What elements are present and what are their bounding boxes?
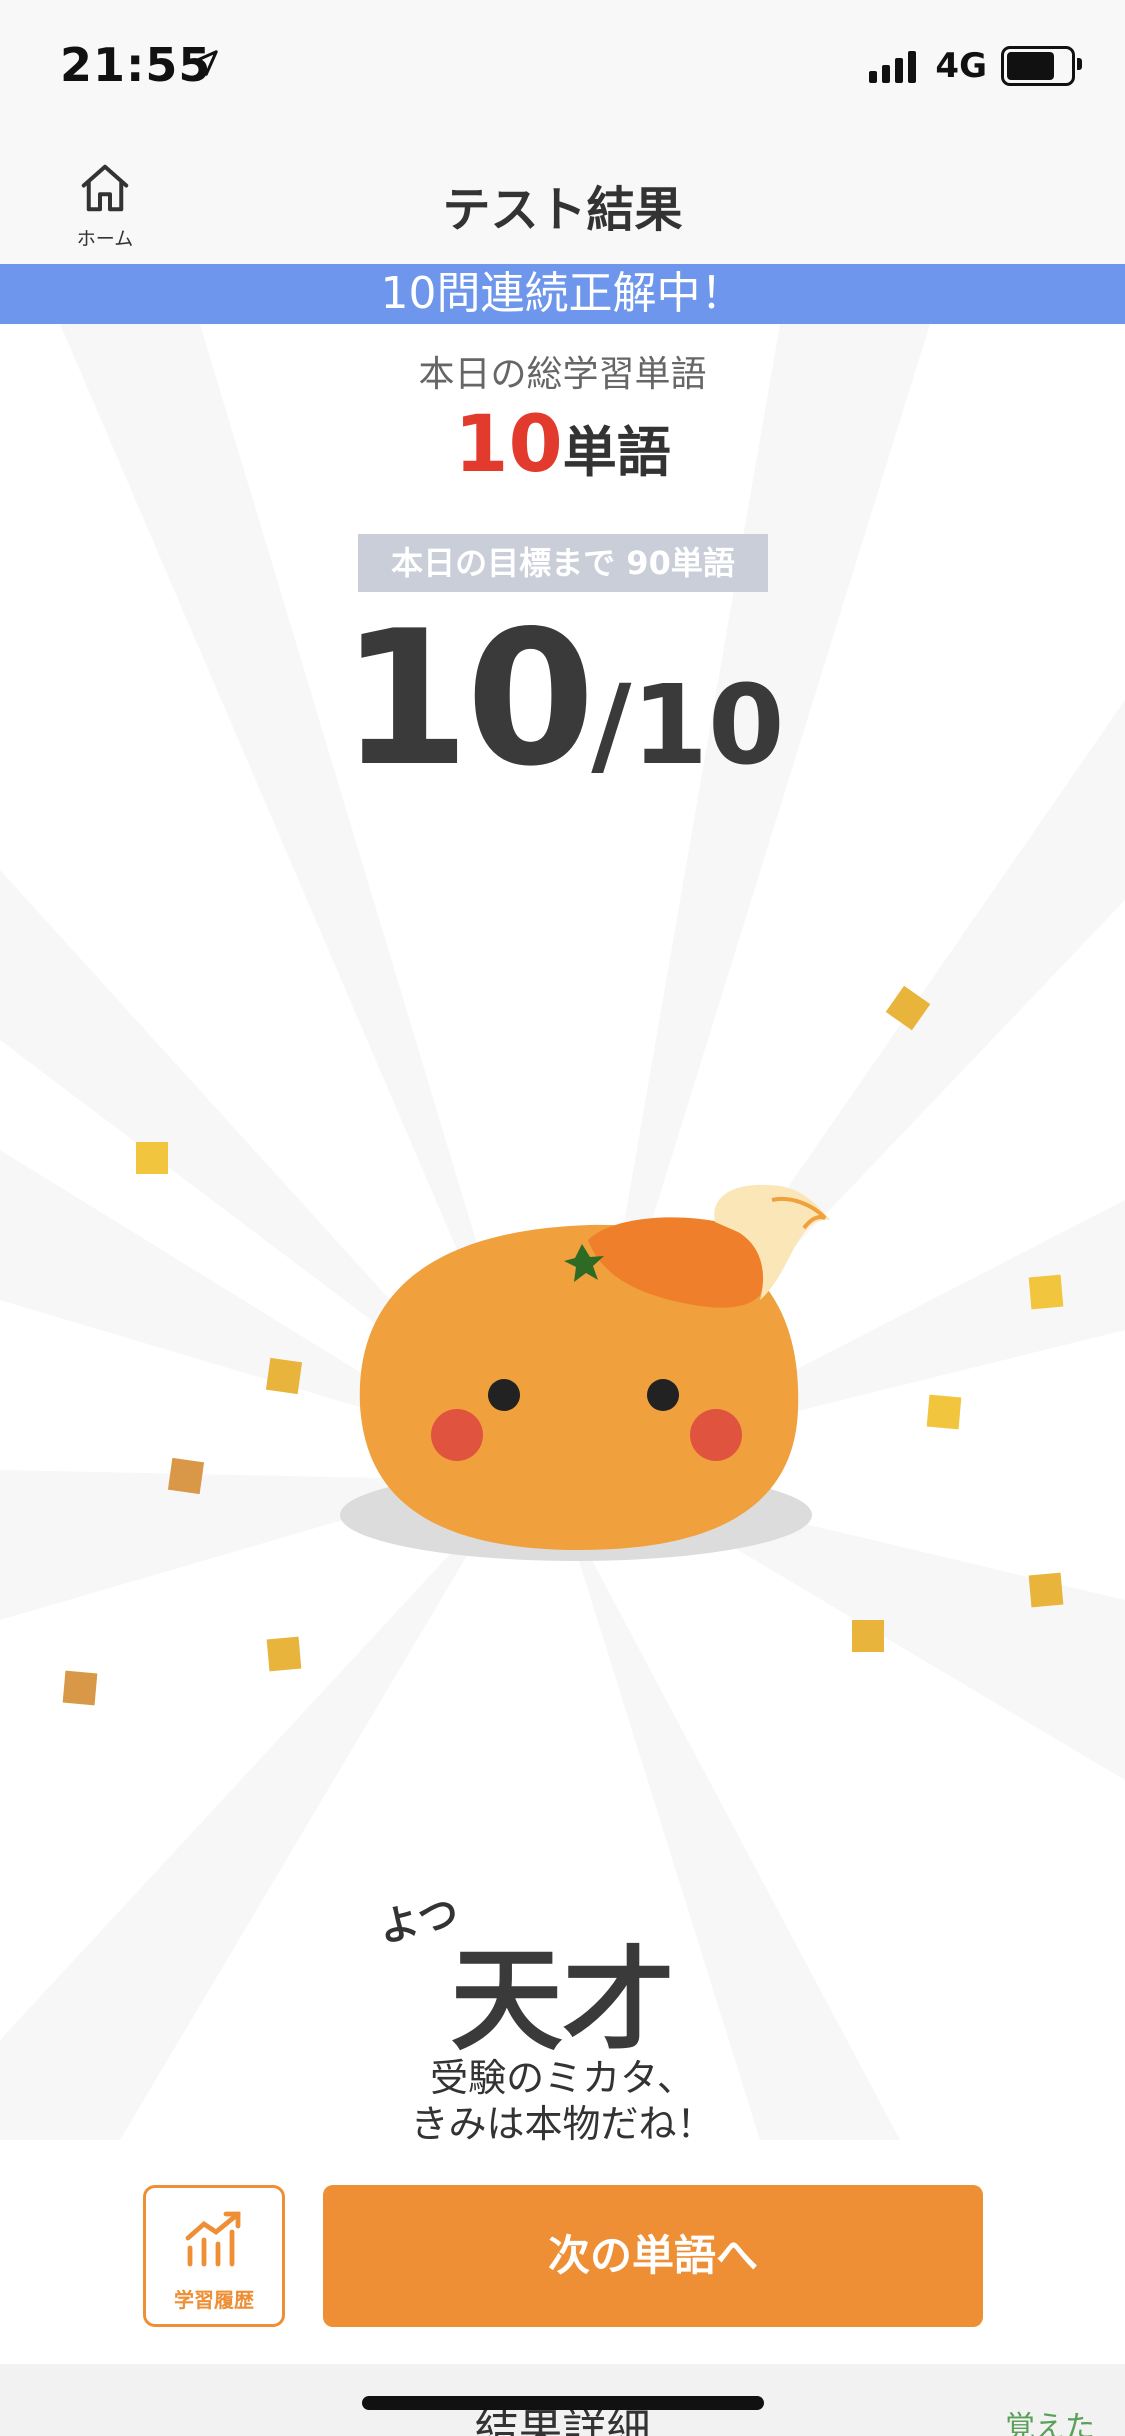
test-result-screen: 21:55 4G ホーム テスト結果 10問連続正解中！ 本日の総学習単語 10 <box>0 0 1125 2436</box>
home-indicator <box>362 2396 764 2410</box>
confetti-piece <box>266 1636 302 1672</box>
signal-icon <box>869 49 921 83</box>
rank-message-line2: きみは本物だね！ <box>410 2102 715 2146</box>
battery-level <box>1007 52 1054 80</box>
page-title: テスト結果 <box>442 182 683 238</box>
today-count-number: 10 <box>454 400 563 490</box>
confetti-piece <box>1028 1274 1064 1310</box>
confetti-piece <box>265 1357 303 1395</box>
streak-banner: 10問連続正解中！ <box>0 264 1125 324</box>
score-correct: 10 <box>340 590 595 807</box>
status-indicators: 4G <box>869 46 1082 86</box>
today-count-unit: 単語 <box>562 421 671 484</box>
today-total-label: 本日の総学習単語 <box>418 354 707 395</box>
confetti-piece <box>852 1620 884 1652</box>
learning-history-button[interactable]: 学習履歴 <box>143 2185 285 2327</box>
rank-title: 天才 <box>450 1936 675 2066</box>
location-arrow-icon <box>192 50 218 76</box>
rank-message-line1: 受験のミカタ、 <box>430 2056 695 2100</box>
score-total: /10 <box>591 661 785 789</box>
confetti-piece <box>167 1457 205 1495</box>
status-time: 21:55 <box>60 38 212 92</box>
confetti-piece <box>1028 1572 1064 1608</box>
nav-bar: ホーム テスト結果 <box>0 132 1125 264</box>
history-button-label: 学習履歴 <box>174 2288 254 2312</box>
mikan-mascot <box>340 1184 830 1561</box>
score-display: 10/10 <box>0 590 1125 807</box>
next-words-button[interactable]: 次の単語へ <box>323 2185 983 2327</box>
confetti-piece <box>62 1670 98 1706</box>
status-bar: 21:55 4G <box>0 0 1125 132</box>
rank-message: 受験のミカタ、 きみは本物だね！ <box>0 2055 1125 2147</box>
chart-up-icon <box>185 2211 241 2267</box>
memorized-label: 覚えた <box>1005 2410 1095 2436</box>
goal-remaining-badge: 本日の目標まで 90単語 <box>358 534 768 592</box>
network-label: 4G <box>935 46 987 86</box>
confetti-piece <box>926 1394 962 1430</box>
battery-icon <box>1001 46 1082 86</box>
today-total-count: 10単語 <box>0 400 1125 490</box>
confetti-piece <box>136 1142 168 1174</box>
